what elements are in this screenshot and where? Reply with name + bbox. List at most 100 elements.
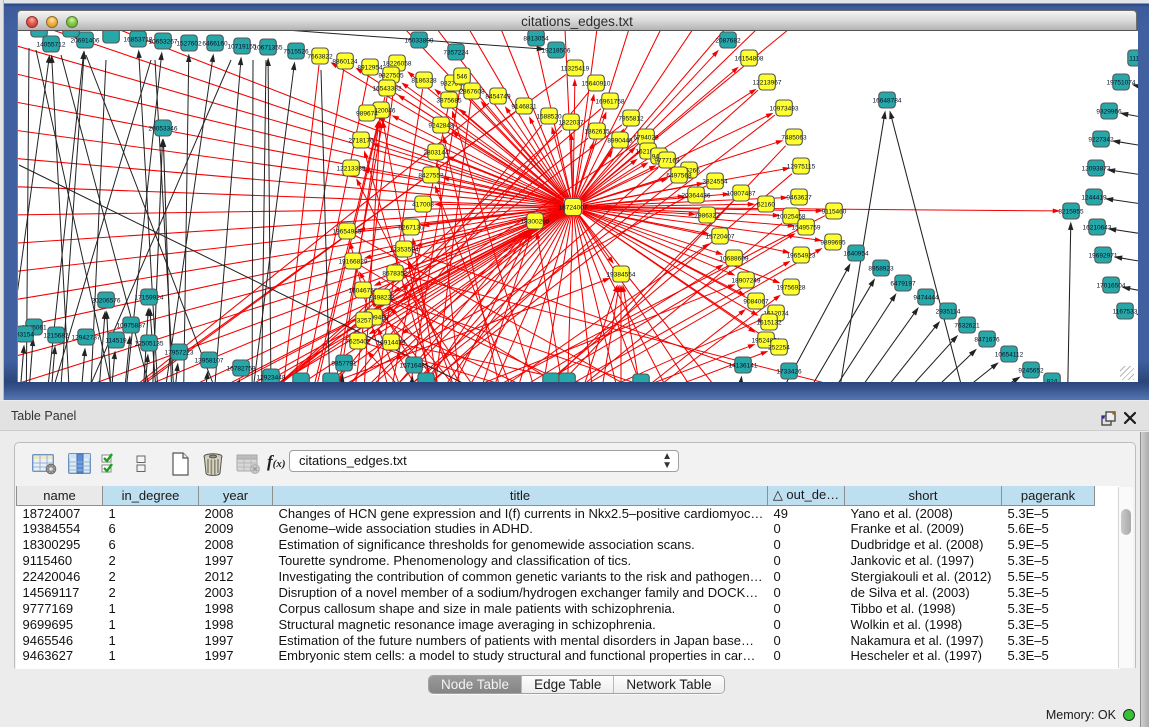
svg-text:18724007: 18724007 [559,205,588,212]
svg-text:8267130: 8267130 [398,225,424,232]
svg-text:16914479: 16914479 [377,340,406,347]
svg-text:17016504: 17016504 [1097,283,1126,290]
svg-text:19654985: 19654985 [333,229,362,236]
svg-text:7955812: 7955812 [618,116,644,123]
svg-text:15495759: 15495759 [792,225,821,232]
svg-text:19692971: 19692971 [1089,253,1118,260]
svg-text:17957223: 17957223 [165,350,194,357]
svg-text:16210643: 16210643 [1083,225,1112,232]
svg-text:7663822: 7663822 [307,54,333,61]
svg-text:12942737: 12942737 [72,335,101,342]
svg-text:18907249: 18907249 [732,278,761,285]
svg-text:9146821: 9146821 [511,104,537,111]
svg-text:9084067: 9084067 [743,299,769,306]
svg-text:8678352: 8678352 [382,271,408,278]
svg-text:14136141: 14136141 [729,363,758,370]
svg-text:6479197: 6479197 [890,281,916,288]
svg-text:19654923: 19654923 [787,253,816,260]
svg-text:114519: 114519 [105,338,127,345]
svg-text:1527602: 1527602 [176,41,202,48]
svg-text:10975887: 10975887 [117,323,146,330]
svg-text:10654112: 10654112 [995,352,1024,359]
svg-text:8813054: 8813054 [523,36,549,43]
svg-text:252254: 252254 [768,345,790,352]
svg-text:16033809: 16033809 [405,38,434,45]
svg-text:2803144: 2803144 [423,150,449,157]
svg-text:10719155: 10719155 [228,44,257,51]
svg-text:20364436: 20364436 [682,193,711,200]
svg-text:10807487: 10807487 [727,191,756,198]
svg-text:19166829: 19166829 [339,259,368,266]
svg-text:15720407: 15720407 [706,234,735,241]
svg-text:1215682: 1215682 [43,333,69,340]
svg-text:8958923: 8958923 [868,266,894,273]
svg-text:19756928: 19756928 [777,285,806,292]
svg-text:7485063: 7485063 [781,135,807,142]
svg-text:12093873: 12093873 [1082,166,1111,173]
svg-text:8454749: 8454749 [485,94,511,101]
svg-text:9899695: 9899695 [820,240,846,247]
svg-text:1167533: 1167533 [1113,309,1138,316]
svg-text:8990448: 8990448 [607,138,633,145]
svg-text:6497568: 6497568 [666,173,692,180]
svg-text:62160: 62160 [757,202,775,209]
svg-text:8912954: 8912954 [357,65,383,72]
svg-text:9463627: 9463627 [786,195,812,202]
svg-text:9498222: 9498222 [369,295,395,302]
svg-text:12353594: 12353594 [390,247,419,254]
svg-text:8427552: 8427552 [418,173,444,180]
svg-text:989674: 989674 [356,111,378,118]
svg-text:18300295: 18300295 [521,219,550,226]
svg-text:1244419: 1244419 [1081,195,1107,202]
svg-text:8471676: 8471676 [974,337,1000,344]
svg-text:9227342: 9227342 [1088,137,1114,144]
svg-text:10973493: 10973493 [770,106,799,113]
svg-text:8215955: 8215955 [1058,209,1084,216]
svg-text:12505135: 12505135 [135,341,164,348]
svg-text:19751074: 19751074 [1107,80,1136,87]
svg-text:16154808: 16154808 [735,56,764,63]
svg-text:1822037: 1822037 [558,120,584,127]
svg-text:7515526: 7515526 [283,49,309,56]
svg-text:12213389: 12213389 [337,166,366,173]
svg-text:9245652: 9245652 [1018,368,1044,375]
svg-text:14055712: 14055712 [37,42,66,49]
svg-text:2867608: 2867608 [459,89,485,96]
svg-text:6794028: 6794028 [633,135,659,142]
svg-text:546: 546 [457,74,468,81]
svg-text:19218506: 19218506 [542,48,571,55]
svg-text:8186328: 8186328 [411,78,437,85]
svg-text:12975115: 12975115 [787,164,816,171]
svg-text:16648784: 16648784 [873,98,902,105]
svg-text:9327505: 9327505 [378,73,404,80]
svg-text:9242848: 9242848 [428,123,454,130]
svg-text:7632621: 7632621 [954,323,980,330]
svg-text:20691406: 20691406 [71,38,100,45]
svg-text:13958107: 13958107 [195,358,224,365]
svg-text:19384554: 19384554 [607,272,636,279]
svg-text:7357224: 7357224 [443,50,469,57]
svg-text:15716485: 15716485 [400,363,429,370]
svg-text:10653267: 10653267 [149,39,178,46]
svg-text:20206576: 20206576 [92,298,121,305]
svg-text:3257: 3257 [357,318,372,325]
svg-text:10688609: 10688609 [720,256,749,263]
svg-text:15640910: 15640910 [582,81,611,88]
svg-text:8860124: 8860124 [332,59,358,66]
svg-text:10671355: 10671355 [254,45,283,52]
svg-text:9329966: 9329966 [1096,109,1122,116]
svg-text:9474444: 9474444 [913,295,939,302]
svg-text:33154: 33154 [18,332,34,339]
svg-text:9857791: 9857791 [331,361,357,368]
svg-text:2935114: 2935114 [936,309,961,316]
svg-text:417008: 417008 [412,202,434,209]
svg-text:20053346: 20053346 [149,126,178,133]
svg-text:9115460: 9115460 [822,209,847,216]
svg-text:6466160: 6466160 [202,41,228,48]
svg-text:9777169: 9777169 [654,158,680,165]
svg-text:1733426: 1733426 [776,369,802,376]
svg-text:12213967: 12213967 [753,80,782,87]
svg-text:1640954: 1640954 [843,251,869,258]
svg-text:1362615: 1362615 [584,129,610,136]
svg-text:16543382: 16543382 [373,86,402,93]
